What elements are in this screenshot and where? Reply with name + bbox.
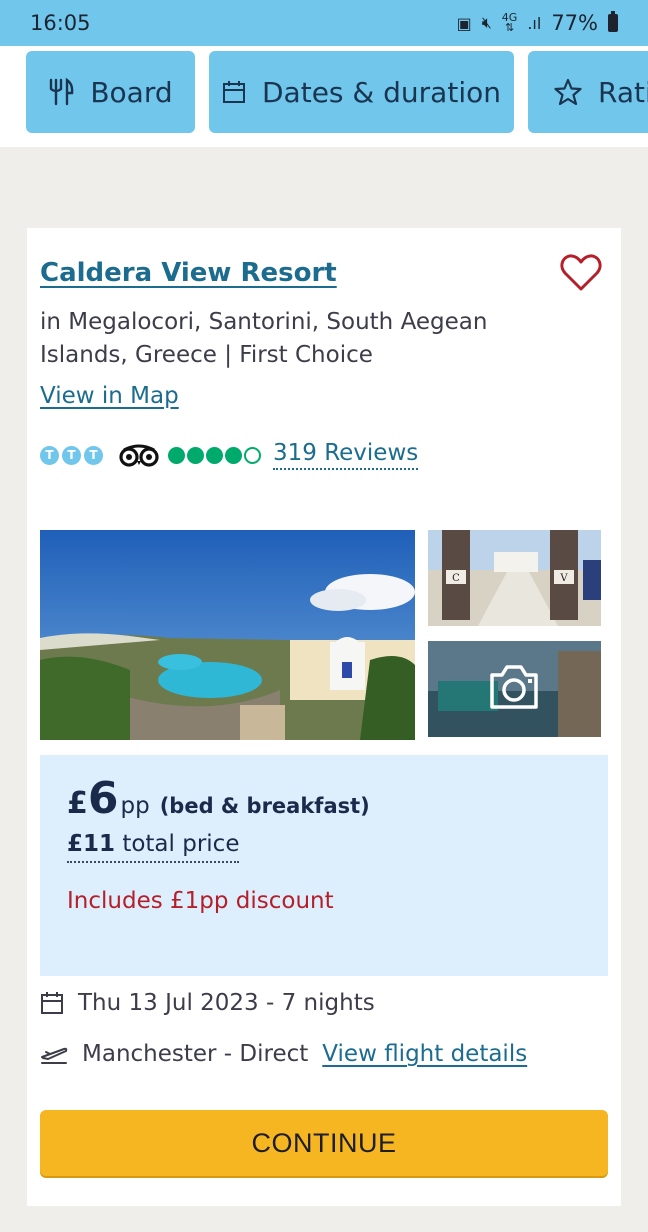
- rating-filter-label: Rati: [598, 75, 648, 109]
- tui-rating-badge: T: [40, 445, 59, 465]
- tripadvisor-rating-dots: [168, 446, 263, 464]
- dates-duration-filter-button[interactable]: Dates & duration: [209, 51, 514, 133]
- dates-filter-label: Dates & duration: [262, 75, 501, 109]
- flight-row: Manchester - Direct View flight details: [40, 1041, 527, 1067]
- battery-icon: [608, 11, 618, 32]
- trip-dates: Thu 13 Jul 2023 - 7 nights: [78, 990, 375, 1016]
- calendar-icon: [223, 81, 245, 103]
- board-filter-label: Board: [90, 75, 173, 109]
- total-price-label: total price: [122, 831, 240, 857]
- per-person-price: £ 6 pp (bed & breakfast): [67, 773, 370, 824]
- favourite-heart-icon[interactable]: [560, 254, 602, 292]
- notification-icon: ▣: [456, 13, 472, 33]
- rating-dot-filled: [168, 446, 185, 464]
- price-per-person: pp: [120, 793, 150, 819]
- status-bar: 16:05 ▣ 🔇︎ 4G ⇅ .ıl 77%: [0, 0, 648, 46]
- cutlery-icon: [50, 78, 74, 106]
- total-price-amount: £11: [67, 831, 116, 857]
- total-price[interactable]: £11 total price: [67, 831, 240, 863]
- price-panel: £ 6 pp (bed & breakfast) £11 total price…: [40, 755, 608, 976]
- dates-row: Thu 13 Jul 2023 - 7 nights: [40, 990, 375, 1016]
- camera-icon[interactable]: [486, 659, 542, 715]
- hotel-main-photo[interactable]: [40, 530, 415, 740]
- flight-info: Manchester - Direct: [82, 1041, 309, 1067]
- status-icons: ▣ 🔇︎ 4G ⇅ .ıl 77%: [457, 11, 618, 35]
- rating-filter-button[interactable]: Rati: [528, 51, 648, 133]
- tripadvisor-owl-icon: [119, 444, 159, 467]
- rating-dot-filled: [187, 446, 204, 464]
- tui-rating-badge: T: [84, 445, 103, 465]
- rating-dot-empty: [244, 446, 261, 464]
- view-flight-details-link[interactable]: View flight details: [322, 1041, 527, 1067]
- star-icon: [554, 78, 582, 106]
- hotel-result-card: Caldera View Resort in Megalocori, Santo…: [27, 228, 621, 1206]
- hotel-location: in Megalocori, Santorini, South Aegean I…: [40, 309, 488, 368]
- tui-rating-badge: T: [62, 445, 81, 465]
- discount-note: Includes £1pp discount: [67, 888, 334, 914]
- hotel-thumbnail-photo[interactable]: C V: [428, 530, 601, 626]
- svg-text:V: V: [559, 573, 568, 584]
- battery-level: 77%: [551, 11, 598, 35]
- status-time: 16:05: [30, 11, 91, 35]
- signal-icon: .ıl: [527, 13, 542, 33]
- svg-text:C: C: [452, 573, 460, 584]
- view-in-map-link[interactable]: View in Map: [40, 383, 179, 409]
- rating-dot-filled: [206, 446, 223, 464]
- plane-departure-icon: [41, 1047, 68, 1064]
- board-filter-button[interactable]: Board: [26, 51, 195, 133]
- mute-icon: 🔇︎: [481, 13, 492, 32]
- continue-button[interactable]: CONTINUE: [40, 1110, 608, 1176]
- price-amount: 6: [87, 773, 119, 824]
- rating-row: T T T 319 Reviews: [40, 440, 419, 470]
- board-basis: (bed & breakfast): [159, 794, 370, 818]
- hotel-name-link[interactable]: Caldera View Resort: [40, 258, 337, 288]
- rating-dot-filled: [225, 446, 242, 464]
- calendar-icon: [41, 992, 63, 1014]
- filter-bar: Board Dates & duration Rati: [0, 46, 648, 147]
- reviews-link[interactable]: 319 Reviews: [273, 440, 419, 470]
- price-currency: £: [67, 786, 88, 821]
- network-icon: 4G ⇅: [501, 11, 518, 34]
